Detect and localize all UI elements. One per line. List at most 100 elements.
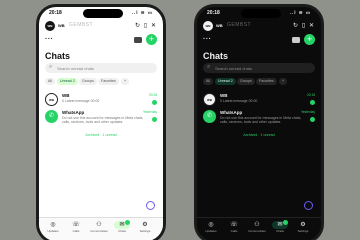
app-logo: WB	[45, 21, 55, 31]
search-input[interactable]: ⌕ Search unread chats	[45, 63, 157, 73]
tab-chats[interactable]: ✉ Chats	[269, 220, 291, 239]
unread-badge	[310, 117, 315, 122]
search-icon: ⌕	[49, 64, 53, 70]
tab-label: Calls	[230, 229, 238, 233]
chat-time: 20:18	[307, 93, 315, 97]
chip-unread[interactable]: Unread 2	[215, 78, 236, 85]
tab-communities[interactable]: ⚇ Communities	[88, 221, 110, 239]
search-placeholder: Search unread chats	[57, 66, 94, 71]
chip-groups[interactable]: Groups	[79, 78, 97, 85]
tab-label: Chats	[118, 229, 126, 233]
tab-calls[interactable]: ☏ Calls	[223, 221, 245, 239]
chip-add[interactable]: +	[121, 78, 130, 85]
system-icons: ..l ≋ ▭	[131, 10, 153, 15]
avatar: WB	[203, 93, 216, 106]
meta-ai-button[interactable]	[146, 201, 155, 210]
trash-icon[interactable]: ▯	[300, 22, 307, 30]
chip-unread[interactable]: Unread 2	[57, 78, 78, 85]
trash-icon[interactable]: ▯	[142, 22, 149, 30]
chat-name: WB	[220, 93, 228, 98]
whatsapp-avatar: ✆	[203, 110, 216, 123]
chat-time: Yesterday	[300, 110, 315, 114]
chat-name: WhatsApp	[220, 110, 243, 115]
avatar: WB	[45, 93, 58, 106]
archived-link[interactable]: Archived · 1 unread	[197, 133, 321, 137]
close-icon[interactable]: ✕	[150, 22, 157, 30]
unread-dot	[125, 220, 130, 225]
reload-icon[interactable]: ↻	[134, 22, 141, 30]
more-options-button[interactable]: ···	[45, 36, 54, 43]
top-bar: WB WB GEMBST ↻ ▯ ✕	[45, 21, 157, 31]
status-time: 20:18	[207, 10, 220, 16]
banner-text: GEMBST	[227, 22, 252, 28]
whatsapp-avatar: ✆	[45, 110, 58, 123]
dynamic-island	[241, 9, 281, 18]
banner-text: GEMBST	[69, 22, 94, 28]
chat-row[interactable]: WB WB 0 Latest message 00:00 20:18	[203, 93, 315, 107]
search-icon: ⌕	[207, 64, 211, 70]
system-icons: ..l ≋ ▭	[289, 10, 311, 15]
status-bar: 20:18 ..l ≋ ▭	[39, 9, 163, 18]
chat-row[interactable]: ✆ WhatsApp Do not use this account for m…	[45, 110, 157, 128]
screen-dark: 20:18 ..l ≋ ▭ WB WB GEMBST ↻ ▯ ✕ ··· + C…	[197, 7, 321, 240]
top-bar: WB WB GEMBST ↻ ▯ ✕	[203, 21, 315, 31]
more-options-button[interactable]: ···	[203, 36, 212, 43]
chat-preview: Do not use this account for messages in …	[220, 116, 302, 125]
chat-name: WhatsApp	[62, 110, 85, 115]
unread-badge	[310, 100, 315, 105]
chip-favorites[interactable]: Favorites	[98, 78, 119, 85]
page-title: Chats	[203, 51, 229, 61]
tab-chats[interactable]: ✉ Chats	[111, 220, 133, 239]
chat-row[interactable]: ✆ WhatsApp Do not use this account for m…	[203, 110, 315, 128]
new-chat-button[interactable]: +	[304, 34, 315, 45]
chat-preview: Do not use this account for messages in …	[62, 116, 144, 125]
tab-label: Communities	[248, 229, 266, 233]
communities-icon: ⚇	[254, 222, 260, 228]
tab-settings[interactable]: ⚙ Settings	[292, 221, 314, 239]
reload-icon[interactable]: ↻	[292, 22, 299, 30]
calls-icon: ☏	[72, 222, 80, 228]
tab-updates[interactable]: ◎ Updates	[42, 221, 64, 239]
chip-favorites[interactable]: Favorites	[256, 78, 277, 85]
updates-icon: ◎	[50, 222, 56, 228]
meta-ai-button[interactable]	[304, 201, 313, 210]
tab-calls[interactable]: ☏ Calls	[65, 221, 87, 239]
unread-badge	[152, 100, 157, 105]
search-input[interactable]: ⌕ Search unread chats	[203, 63, 315, 73]
tab-label: Communities	[90, 229, 108, 233]
unread-badge	[152, 117, 157, 122]
chip-add[interactable]: +	[279, 78, 288, 85]
settings-icon: ⚙	[142, 222, 148, 228]
tab-updates[interactable]: ◎ Updates	[200, 221, 222, 239]
status-bar: 20:18 ..l ≋ ▭	[197, 9, 321, 18]
calls-icon: ☏	[230, 222, 238, 228]
chats-header-row: ··· +	[45, 34, 157, 47]
brand-label: WB	[58, 23, 65, 28]
camera-icon[interactable]	[134, 37, 142, 43]
chip-groups[interactable]: Groups	[237, 78, 255, 85]
camera-icon[interactable]	[292, 37, 300, 43]
chat-name: WB	[62, 93, 70, 98]
dynamic-island	[83, 9, 123, 18]
chip-all[interactable]: All	[45, 78, 55, 85]
filter-chips: All Unread 2 Groups Favorites +	[45, 78, 157, 86]
status-time: 20:18	[49, 10, 62, 16]
page-title: Chats	[45, 51, 71, 61]
tab-label: Chats	[276, 229, 284, 233]
unread-dot	[283, 220, 288, 225]
chat-row[interactable]: WB WB 0 Latest message 00:00 20:18	[45, 93, 157, 107]
new-chat-button[interactable]: +	[146, 34, 157, 45]
tab-label: Settings	[139, 229, 151, 233]
communities-icon: ⚇	[96, 222, 102, 228]
chats-header-row: ··· +	[203, 34, 315, 47]
tab-label: Updates	[205, 229, 217, 233]
app-logo: WB	[203, 21, 213, 31]
archived-link[interactable]: Archived · 1 unread	[39, 133, 163, 137]
tab-settings[interactable]: ⚙ Settings	[134, 221, 156, 239]
chip-all[interactable]: All	[203, 78, 213, 85]
chat-time: 20:18	[149, 93, 157, 97]
close-icon[interactable]: ✕	[308, 22, 315, 30]
filter-chips: All Unread 2 Groups Favorites +	[203, 78, 315, 86]
tab-communities[interactable]: ⚇ Communities	[246, 221, 268, 239]
bottom-tab-bar: ◎ Updates ☏ Calls ⚇ Communities ✉ Chats ⚙ Set…	[197, 217, 321, 240]
